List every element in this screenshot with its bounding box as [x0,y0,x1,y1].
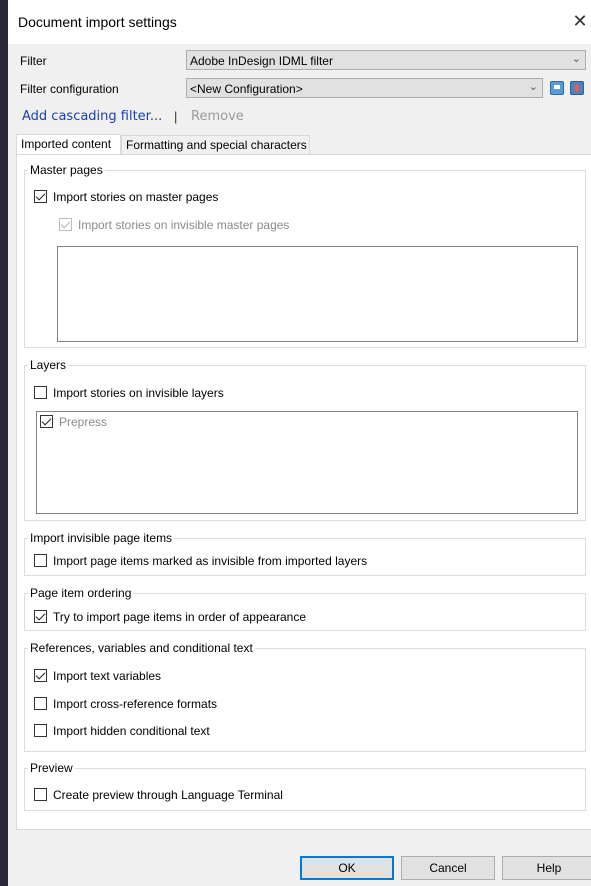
filter-config-value: <New Configuration> [190,82,303,96]
import-invisible-layers-checkbox[interactable] [34,386,47,399]
import-invisible-items-checkbox[interactable] [34,554,47,567]
filter-config-label: Filter configuration [20,82,119,96]
save-config-icon[interactable] [550,81,564,95]
import-xref-formats-label: Import cross-reference formats [53,697,218,711]
chevron-down-icon: ⌄ [528,81,538,93]
filter-label: Filter [20,54,47,68]
help-button[interactable]: Help [502,856,591,880]
import-in-order-label: Try to import page items in order of app… [53,610,307,624]
filter-config-dropdown[interactable]: <New Configuration> ⌄ [186,78,543,98]
layer-prepress-label: Prepress [59,415,108,429]
create-preview-label: Create preview through Language Terminal [53,788,283,802]
ok-button[interactable]: OK [300,856,394,880]
import-hidden-conditional-label: Import hidden conditional text [53,724,210,738]
import-xref-formats-checkbox[interactable] [34,697,47,710]
title-bar: Document import settings ✕ [8,0,591,44]
layers-title: Layers [28,358,69,372]
tab-formatting[interactable]: Formatting and special characters [121,135,310,155]
import-settings-dialog: Document import settings ✕ Filter Adobe … [8,0,591,886]
import-in-order-checkbox[interactable] [34,610,47,623]
chevron-down-icon: ⌄ [571,53,581,65]
create-preview-checkbox[interactable] [34,788,47,801]
link-separator: | [174,109,178,124]
filter-value: Adobe InDesign IDML filter [190,54,333,68]
add-cascading-filter-link[interactable]: Add cascading filter... [22,109,162,124]
import-hidden-conditional-checkbox[interactable] [34,724,47,737]
import-master-stories-label: Import stories on master pages [53,190,219,204]
layer-prepress-checkbox[interactable] [40,415,53,428]
cancel-button[interactable]: Cancel [401,856,495,880]
import-text-variables-label: Import text variables [53,669,162,683]
tab-imported-content[interactable]: Imported content [16,134,121,156]
import-text-variables-checkbox[interactable] [34,669,47,682]
import-invisible-items-label: Import page items marked as invisible fr… [53,554,368,568]
close-icon[interactable]: ✕ [570,9,590,33]
references-title: References, variables and conditional te… [28,641,255,655]
master-pages-title: Master pages [28,163,105,177]
load-config-icon[interactable] [570,81,584,95]
invisible-items-title: Import invisible page items [28,531,175,545]
master-pages-list[interactable] [57,246,578,342]
filter-dropdown[interactable]: Adobe InDesign IDML filter ⌄ [186,50,586,70]
import-invisible-master-checkbox[interactable] [59,218,72,231]
layers-list[interactable]: Prepress [36,411,578,514]
import-invisible-master-label: Import stories on invisible master pages [78,218,290,232]
remove-link[interactable]: Remove [191,109,244,124]
import-invisible-layers-label: Import stories on invisible layers [53,386,224,400]
import-master-stories-checkbox[interactable] [34,190,47,203]
dialog-title: Document import settings [18,14,177,30]
preview-title: Preview [28,761,75,775]
ordering-title: Page item ordering [28,586,134,600]
